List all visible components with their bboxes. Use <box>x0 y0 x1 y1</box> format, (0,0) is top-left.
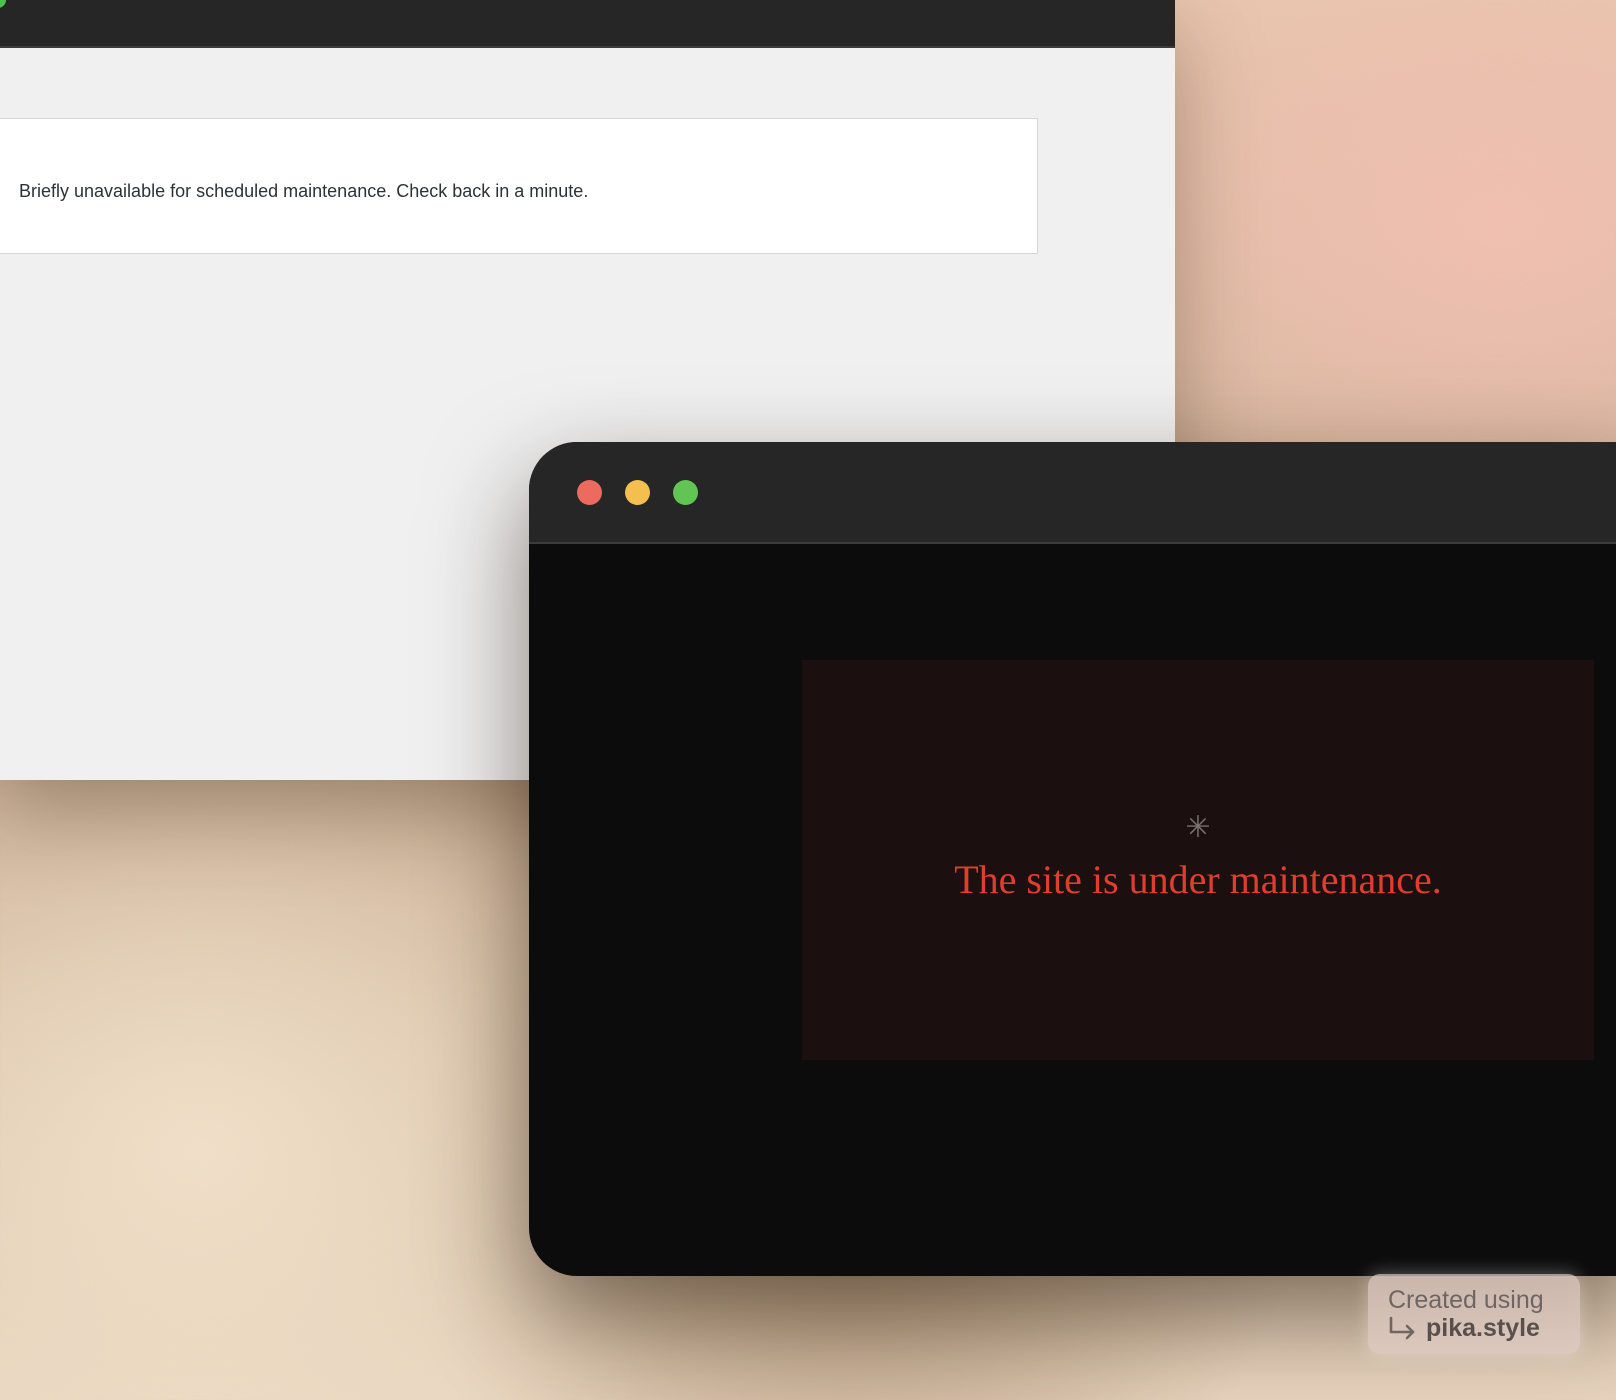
close-button[interactable] <box>577 480 602 505</box>
maintenance-notice-text: Briefly unavailable for scheduled mainte… <box>19 181 589 201</box>
return-arrow-icon <box>1389 1316 1415 1340</box>
maintenance-panel: ✳ The site is under maintenance. <box>802 660 1594 1060</box>
minimize-button[interactable] <box>625 480 650 505</box>
foreground-browser-window: ✳ The site is under maintenance. <box>529 442 1616 1276</box>
maintenance-message: The site is under maintenance. <box>954 857 1442 902</box>
maximize-button[interactable] <box>0 0 6 8</box>
maintenance-notice-box: Briefly unavailable for scheduled mainte… <box>0 118 1038 254</box>
maximize-button[interactable] <box>673 480 698 505</box>
watermark-caption: Created using <box>1388 1286 1544 1314</box>
watermark-brand: pika.style <box>1426 1314 1540 1342</box>
watermark-badge[interactable]: Created using pika.style <box>1368 1274 1580 1354</box>
asterisk-icon: ✳ <box>1185 810 1211 845</box>
front-window-titlebar <box>529 442 1616 544</box>
back-window-titlebar <box>0 0 1175 48</box>
